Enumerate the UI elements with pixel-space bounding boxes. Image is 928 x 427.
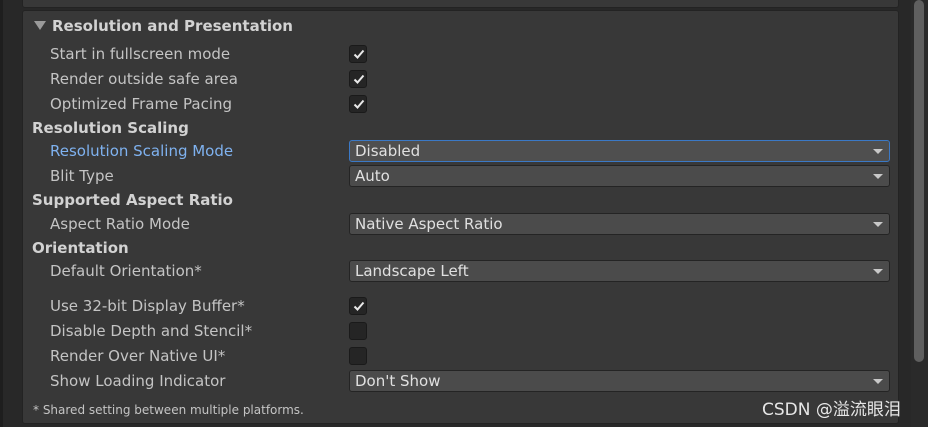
checkmark-icon: [353, 99, 365, 109]
chevron-down-icon: [873, 222, 883, 227]
chevron-down-icon: [873, 269, 883, 274]
checkmark-icon: [353, 301, 365, 311]
checkmark-icon: [353, 74, 365, 84]
resolution-scaling-mode-value: Disabled: [355, 142, 421, 160]
watermark: CSDN @溢流眼泪: [762, 400, 901, 420]
render-over-native-ui-label: Render Over Native UI*: [50, 347, 226, 365]
start-fullscreen-checkbox[interactable]: [349, 45, 367, 63]
checkmark-icon: [353, 49, 365, 59]
foldout-triangle-icon[interactable]: [34, 21, 46, 30]
blit-type-label: Blit Type: [50, 167, 114, 185]
window-left-edge: [0, 0, 3, 427]
disable-depth-and-stencil-checkbox[interactable]: [349, 322, 367, 340]
render-over-native-ui-checkbox[interactable]: [349, 347, 367, 365]
use-32bit-display-buffer-checkbox[interactable]: [349, 297, 367, 315]
shared-setting-footnote: * Shared setting between multiple platfo…: [33, 403, 304, 417]
render-outside-safe-area-label: Render outside safe area: [50, 70, 238, 88]
optimized-frame-pacing-checkbox[interactable]: [349, 95, 367, 113]
optimized-frame-pacing-label: Optimized Frame Pacing: [50, 95, 233, 113]
chevron-down-icon: [873, 174, 883, 179]
resolution-scaling-mode-dropdown[interactable]: Disabled: [349, 140, 890, 162]
disable-depth-and-stencil-label: Disable Depth and Stencil*: [50, 322, 253, 340]
aspect-ratio-mode-dropdown[interactable]: Native Aspect Ratio: [349, 213, 890, 235]
start-fullscreen-label: Start in fullscreen mode: [50, 45, 231, 63]
blit-type-dropdown[interactable]: Auto: [349, 165, 890, 187]
section-title[interactable]: Resolution and Presentation: [52, 15, 293, 37]
previous-section-bottom: [22, 0, 899, 8]
default-orientation-label: Default Orientation*: [50, 262, 202, 280]
aspect-ratio-mode-label: Aspect Ratio Mode: [50, 215, 190, 233]
chevron-down-icon: [873, 379, 883, 384]
default-orientation-value: Landscape Left: [355, 262, 469, 280]
scrollbar-thumb[interactable]: [914, 0, 924, 362]
blit-type-value: Auto: [355, 167, 390, 185]
aspect-ratio-mode-value: Native Aspect Ratio: [355, 215, 503, 233]
show-loading-indicator-value: Don't Show: [355, 372, 441, 390]
resolution-scaling-header: Resolution Scaling: [32, 119, 189, 137]
use-32bit-display-buffer-label: Use 32-bit Display Buffer*: [50, 297, 245, 315]
orientation-header: Orientation: [32, 239, 129, 257]
show-loading-indicator-label: Show Loading Indicator: [50, 372, 226, 390]
supported-aspect-ratio-header: Supported Aspect Ratio: [32, 191, 233, 209]
render-outside-safe-area-checkbox[interactable]: [349, 70, 367, 88]
default-orientation-dropdown[interactable]: Landscape Left: [349, 260, 890, 282]
show-loading-indicator-dropdown[interactable]: Don't Show: [349, 370, 890, 392]
resolution-scaling-mode-label: Resolution Scaling Mode: [50, 142, 234, 160]
chevron-down-icon: [873, 149, 883, 154]
